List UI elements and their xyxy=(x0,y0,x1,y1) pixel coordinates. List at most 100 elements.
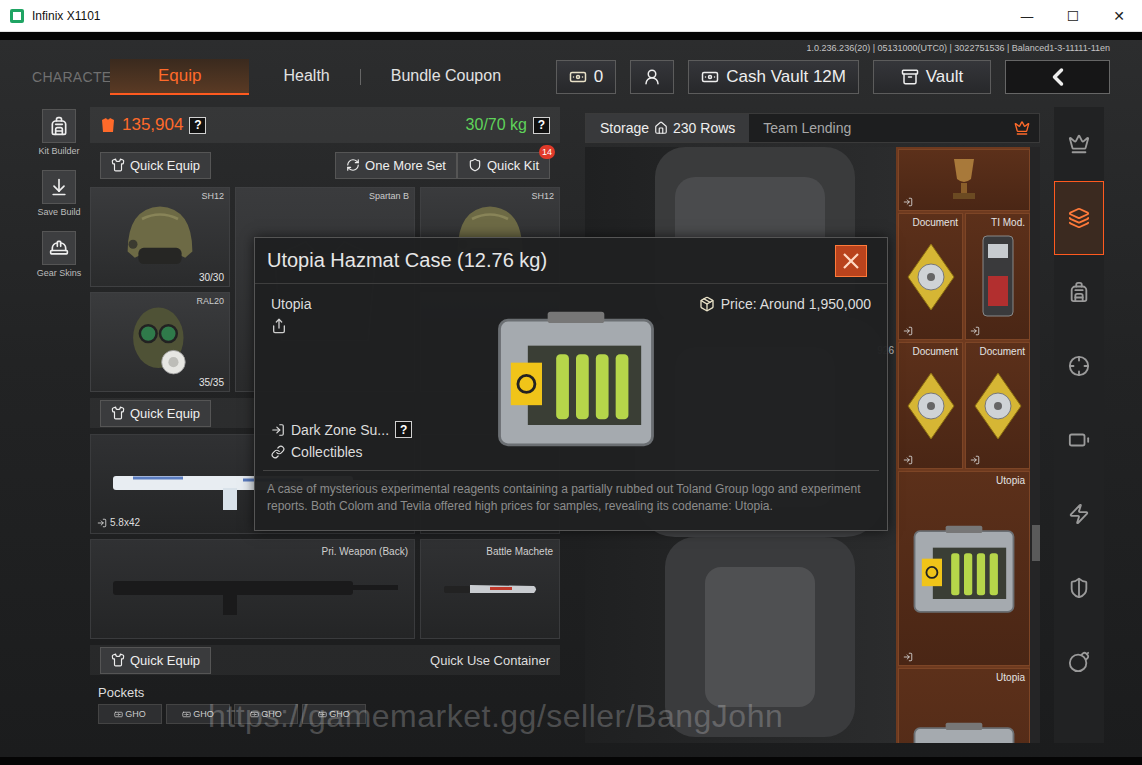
category-item[interactable] xyxy=(1054,107,1104,181)
category-item[interactable] xyxy=(1054,551,1104,625)
category-item[interactable] xyxy=(1054,181,1104,255)
pocket-slot[interactable]: GHO xyxy=(302,704,366,724)
price-icon xyxy=(699,296,715,312)
category-item[interactable] xyxy=(1054,625,1104,699)
storage-tab[interactable]: Team Lending xyxy=(749,114,865,142)
container-bar: Quick EquipQuick Use Container xyxy=(90,645,560,675)
category-icon xyxy=(1068,207,1090,229)
category-item[interactable] xyxy=(1054,403,1104,477)
equip-buttons: Quick Equip One More SetQuick Kit14 xyxy=(90,149,560,181)
weapon-slot[interactable]: Pri. Weapon (Back) xyxy=(90,539,415,639)
dialog-title: Utopia Hazmat Case (12.76 kg) xyxy=(267,249,547,272)
character-button[interactable] xyxy=(630,60,674,94)
back-arrow-icon xyxy=(1044,63,1072,91)
storage-item[interactable]: Document xyxy=(898,213,963,340)
weight-group: 30/70 kg? xyxy=(466,116,550,134)
equip-action-button[interactable]: Quick Equip xyxy=(100,152,211,179)
nav-tab[interactable]: Bundle Coupon xyxy=(369,59,523,95)
scrollbar[interactable] xyxy=(1032,147,1040,743)
nav-tab[interactable]: Equip xyxy=(110,59,249,95)
storage-item[interactable]: Document xyxy=(965,342,1030,469)
vault-button[interactable]: Vault xyxy=(873,60,991,94)
nav-separator xyxy=(360,69,361,85)
ti-mod-icon xyxy=(975,232,1021,322)
item-detail-dialog: Utopia Hazmat Case (12.76 kg) UtopiaDark … xyxy=(254,237,888,531)
side-tool[interactable]: Save Build xyxy=(37,170,80,217)
weapon-caption: Battle Machete xyxy=(486,546,553,557)
scroll-thumb[interactable] xyxy=(1032,525,1040,561)
storage-item[interactable] xyxy=(898,149,1030,211)
storage-item[interactable]: Utopia xyxy=(898,668,1030,743)
character-icon xyxy=(643,68,661,86)
storage-header: Storage230 RowsTeam Lending xyxy=(585,113,1040,143)
category-item[interactable] xyxy=(1054,255,1104,329)
gear-code: Spartan B xyxy=(369,191,409,201)
category-item[interactable] xyxy=(1054,329,1104,403)
house-icon xyxy=(654,121,668,135)
quick-equip-button[interactable]: Quick Equip xyxy=(100,400,211,427)
collectible-icon xyxy=(271,445,285,459)
document-icon xyxy=(973,371,1023,441)
share-icon xyxy=(271,318,287,334)
pocket-icon xyxy=(250,710,259,719)
help-button[interactable]: ? xyxy=(395,421,412,438)
exit-marker-icon xyxy=(903,652,913,662)
side-tool-label: Kit Builder xyxy=(38,146,79,156)
window-controls: —☐✕ xyxy=(1004,0,1142,31)
storage-items: DocumentTI Mod.DocumentDocumentUtopiaUto… xyxy=(896,147,1030,743)
pocket-slot[interactable]: GHO xyxy=(166,704,230,724)
help-button[interactable]: ? xyxy=(533,117,550,134)
nav-tab[interactable]: Health xyxy=(261,59,351,95)
sort-button[interactable] xyxy=(1005,114,1039,142)
equip-action-icon xyxy=(346,158,360,172)
storage-tab[interactable]: Storage230 Rows xyxy=(586,114,749,142)
storage-item[interactable]: Document xyxy=(898,342,963,469)
category-icon xyxy=(1068,503,1090,525)
dialog-info: UtopiaDark Zone Su...?Collectibles xyxy=(271,296,481,460)
pocket-icon xyxy=(318,710,327,719)
gear-slot[interactable]: SH12 30/30 xyxy=(90,187,230,287)
storage-item[interactable]: Utopia xyxy=(898,471,1030,666)
weapon-slot[interactable]: Battle Machete xyxy=(420,539,560,639)
pocket-icon xyxy=(182,710,191,719)
gear-code: SH12 xyxy=(531,191,554,201)
pocket-slot[interactable]: GHO xyxy=(98,704,162,724)
storage-item[interactable]: TI Mod. xyxy=(965,213,1030,340)
close-button[interactable] xyxy=(835,245,867,277)
window-control-button[interactable]: ✕ xyxy=(1096,0,1142,31)
close-icon xyxy=(842,252,860,270)
category-item[interactable] xyxy=(1054,477,1104,551)
gear-durability: 30/30 xyxy=(199,272,224,283)
quick-equip-icon xyxy=(111,406,125,420)
rifle-silhouette-icon xyxy=(103,559,403,619)
side-tool-label: Save Build xyxy=(37,207,80,217)
pockets-label: Pockets xyxy=(98,685,552,700)
pocket-slot[interactable]: GHO xyxy=(234,704,298,724)
gear-code: SH12 xyxy=(201,191,224,201)
cash-vault-button[interactable]: Cash Vault 12M xyxy=(688,60,859,94)
share-button[interactable] xyxy=(271,318,481,334)
window-control-button[interactable]: — xyxy=(1004,0,1050,31)
exit-marker xyxy=(970,326,980,336)
dialog-header: Utopia Hazmat Case (12.76 kg) xyxy=(255,238,887,284)
coupon-counter[interactable]: 0 xyxy=(556,60,616,94)
back-button[interactable] xyxy=(1005,60,1110,94)
category-bar xyxy=(1054,107,1104,743)
window-control-button[interactable]: ☐ xyxy=(1050,0,1096,31)
side-tool[interactable]: Kit Builder xyxy=(38,109,79,156)
help-button[interactable]: ? xyxy=(189,117,206,134)
side-tool-box xyxy=(42,170,76,204)
side-tool-box xyxy=(42,231,76,265)
hazmat-case-icon xyxy=(909,719,1019,743)
item-tags: Dark Zone Su...?Collectibles xyxy=(271,421,481,460)
vault-icon xyxy=(901,68,919,86)
equip-action-button[interactable]: Quick Kit14 xyxy=(457,152,550,179)
exit-marker-icon xyxy=(903,455,913,465)
quick-equip-button[interactable]: Quick Equip xyxy=(100,647,211,674)
side-tool[interactable]: Gear Skins xyxy=(37,231,82,278)
gear-slot[interactable]: RAL2035/35 xyxy=(90,292,230,392)
equip-action-button[interactable]: One More Set xyxy=(335,152,457,179)
exit-marker xyxy=(903,197,913,207)
build-info: 1.0.236.236(20) | 05131000(UTC0) | 30227… xyxy=(807,40,1142,54)
armor-icon xyxy=(100,117,116,133)
